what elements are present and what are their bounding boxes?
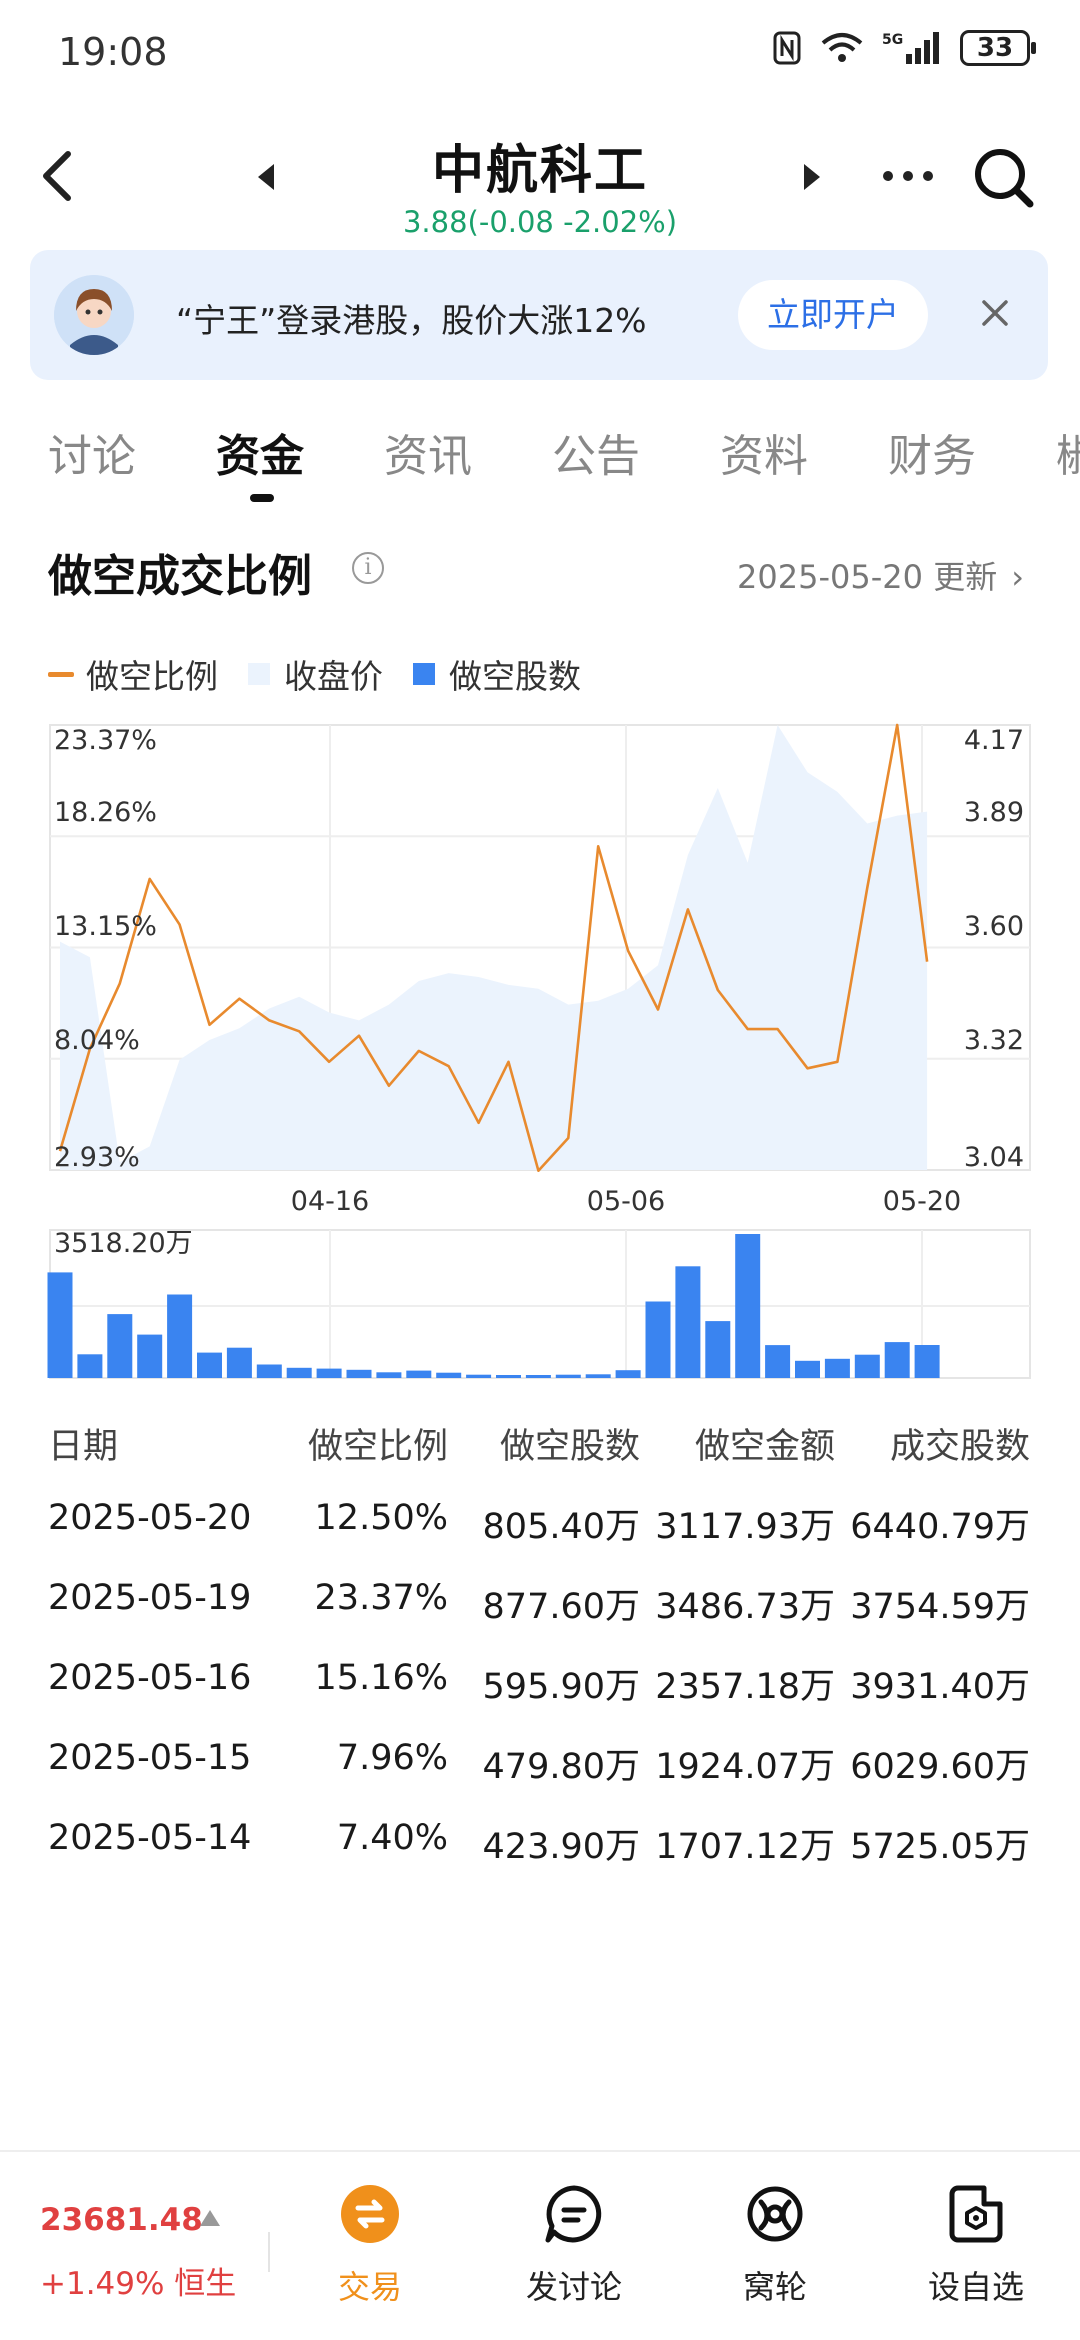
short-volume-bar <box>735 1234 761 1378</box>
cell-short-ratio: 7.40% <box>336 1818 448 1858</box>
short-volume-bar <box>107 1314 133 1378</box>
nav-label: 窝轮 <box>742 2268 807 2306</box>
short-volume-bar <box>824 1358 850 1378</box>
y-right-tick-label: 3.32 <box>964 1025 1024 1056</box>
table-row[interactable]: 2025-05-20 12.50% 805.40万 3117.93万 6440.79万 <box>0 1498 1080 1578</box>
cell-short-volume: 877.60万 <box>482 1587 640 1627</box>
short-volume-bar <box>226 1347 252 1378</box>
y-left-tick-label: 13.15% <box>54 911 157 942</box>
cell-short-ratio: 12.50% <box>314 1498 448 1538</box>
header-short-ratio: 做空比例 <box>307 1427 448 1467</box>
cell-short-ratio: 23.37% <box>314 1578 448 1618</box>
y-left-tick-label: 18.26% <box>54 797 157 828</box>
y-right-tick-label: 3.89 <box>964 797 1024 828</box>
divider <box>268 2232 270 2272</box>
y-right-tick-label: 4.17 <box>964 725 1024 756</box>
trade-icon <box>341 2185 399 2243</box>
bottom-bar: 23681.48 +1.49% 恒生 交易 发讨论 窝轮 设自选 <box>0 2150 1080 2340</box>
short-volume-bar <box>645 1301 671 1378</box>
nav-label: 交易 <box>337 2268 402 2306</box>
cell-short-amount: 3117.93万 <box>655 1507 835 1547</box>
cell-date: 2025-05-15 <box>48 1738 252 1778</box>
nav-post-discussion[interactable]: 发讨论 <box>494 2182 654 2308</box>
cell-short-volume: 805.40万 <box>482 1507 640 1547</box>
nav-label: 发讨论 <box>525 2268 622 2306</box>
header-short-volume: 做空股数 <box>499 1427 640 1467</box>
short-volume-bar <box>286 1367 312 1378</box>
table-row[interactable]: 2025-05-19 23.37% 877.60万 3486.73万 3754.59万 <box>0 1578 1080 1658</box>
x-tick-label: 04-16 <box>291 1186 369 1217</box>
hsi-index-value[interactable]: 23681.48 <box>40 2202 203 2238</box>
y-left-tick-label: 2.93% <box>54 1142 140 1173</box>
short-volume-bar <box>137 1334 163 1378</box>
cell-short-amount: 1924.07万 <box>655 1747 835 1787</box>
short-volume-bar <box>854 1354 880 1378</box>
short-volume-bar <box>47 1272 73 1378</box>
short-volume-bar <box>376 1372 402 1378</box>
y-left-tick-label: 23.37% <box>54 725 157 756</box>
cell-date: 2025-05-20 <box>48 1498 252 1538</box>
header-short-amount: 做空金额 <box>694 1427 835 1467</box>
short-volume-bar <box>197 1352 222 1378</box>
table-row[interactable]: 2025-05-16 15.16% 595.90万 2357.18万 3931.40万 <box>0 1658 1080 1738</box>
cell-turnover-volume: 6440.79万 <box>850 1507 1030 1547</box>
cell-turnover-volume: 6029.60万 <box>850 1747 1030 1787</box>
cell-short-ratio: 7.96% <box>336 1738 448 1778</box>
triangle-up-icon <box>200 2210 220 2226</box>
nav-label: 设自选 <box>927 2268 1024 2306</box>
cell-short-amount: 2357.18万 <box>655 1667 835 1707</box>
nav-add-watchlist[interactable]: 设自选 <box>896 2182 1056 2308</box>
cell-date: 2025-05-19 <box>48 1578 252 1618</box>
short-volume-bar <box>585 1374 611 1378</box>
y-right-tick-label: 3.04 <box>964 1142 1024 1173</box>
volume-max-label: 3518.20万 <box>54 1228 193 1259</box>
cell-short-amount: 1707.12万 <box>655 1827 835 1867</box>
x-tick-label: 05-06 <box>587 1186 665 1217</box>
cell-date: 2025-05-16 <box>48 1658 252 1698</box>
short-volume-bar <box>525 1375 551 1378</box>
nav-trade[interactable]: 交易 <box>290 2182 450 2308</box>
short-volume-bar <box>615 1370 641 1378</box>
short-volume-bar <box>466 1374 492 1378</box>
short-volume-bar <box>496 1375 521 1378</box>
hsi-index-change[interactable]: +1.49% 恒生 <box>40 2258 236 2303</box>
warrant-icon <box>747 2186 803 2242</box>
short-volume-bar <box>167 1294 193 1378</box>
short-volume-bar <box>555 1374 581 1378</box>
short-volume-bar <box>256 1364 282 1378</box>
short-volume-bar <box>436 1372 462 1378</box>
cell-short-amount: 3486.73万 <box>655 1587 835 1627</box>
y-left-tick-label: 8.04% <box>54 1025 140 1056</box>
nav-warrants[interactable]: 窝轮 <box>695 2182 855 2308</box>
short-volume-bar <box>914 1345 940 1378</box>
cell-short-volume: 423.90万 <box>482 1827 640 1867</box>
cell-turnover-volume: 3754.59万 <box>850 1587 1030 1627</box>
table-header-row: 日期 做空比例 做空股数 做空金额 成交股数 <box>0 1418 1080 1498</box>
post-discussion-icon <box>545 2185 602 2243</box>
x-tick-label: 05-20 <box>883 1186 961 1217</box>
table-row[interactable]: 2025-05-15 7.96% 479.80万 1924.07万 6029.60万 <box>0 1738 1080 1818</box>
cell-short-ratio: 15.16% <box>314 1658 448 1698</box>
cell-turnover-volume: 5725.05万 <box>850 1827 1030 1867</box>
short-volume-bar <box>765 1345 791 1378</box>
y-right-tick-label: 3.60 <box>964 911 1024 942</box>
add-watchlist-icon <box>949 2185 1003 2243</box>
header-date: 日期 <box>48 1427 119 1467</box>
cell-short-volume: 479.80万 <box>482 1747 640 1787</box>
short-volume-bar <box>795 1360 820 1378</box>
short-volume-bar <box>346 1369 372 1378</box>
short-volume-bar <box>705 1321 731 1378</box>
short-volume-bar <box>316 1368 342 1378</box>
cell-date: 2025-05-14 <box>48 1818 252 1858</box>
short-volume-bar <box>884 1342 910 1378</box>
table-row[interactable]: 2025-05-14 7.40% 423.90万 1707.12万 5725.05万 <box>0 1818 1080 1898</box>
short-volume-bar <box>77 1354 103 1378</box>
short-volume-bar <box>406 1370 432 1378</box>
cell-turnover-volume: 3931.40万 <box>850 1667 1030 1707</box>
short-volume-bar <box>675 1266 701 1378</box>
short-ratio-chart[interactable]: 23.37% 18.26% 13.15% 8.04% 2.93% 4.17 3.89 3.60… <box>0 0 1080 1400</box>
header-turnover-volume: 成交股数 <box>889 1427 1030 1467</box>
cell-short-volume: 595.90万 <box>482 1667 640 1707</box>
